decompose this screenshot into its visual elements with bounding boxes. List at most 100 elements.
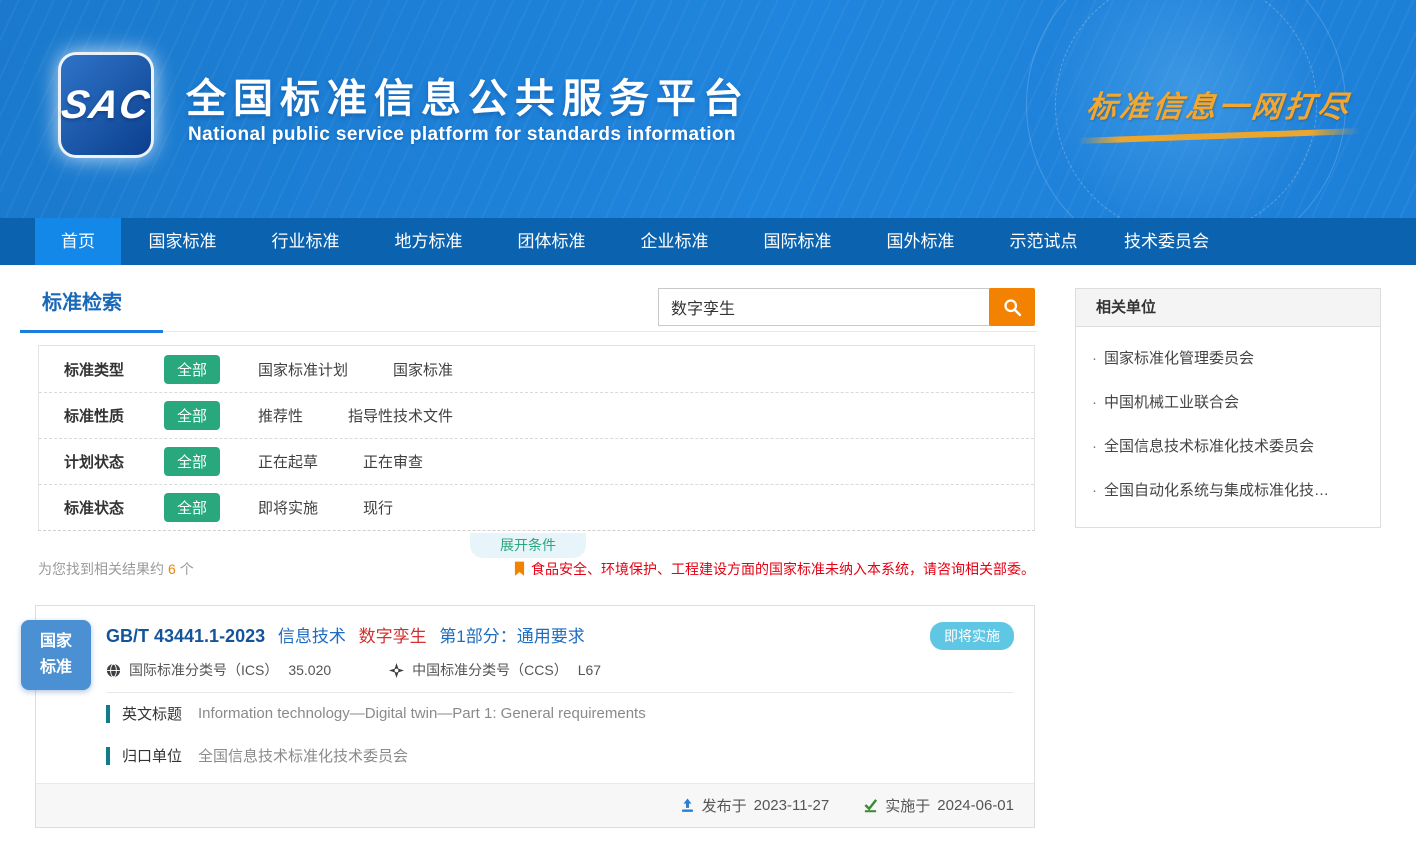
site-header: SAC 全国标准信息公共服务平台 National public service… xyxy=(0,0,1416,218)
related-unit-label: 中国机械工业联合会 xyxy=(1104,394,1239,411)
results-meta-row: 为您找到相关结果约6个 食品安全、环境保护、工程建设方面的国家标准未纳入本系统，… xyxy=(38,559,1035,579)
related-unit-link[interactable]: · 中国机械工业联合会 xyxy=(1092,381,1364,425)
results-count-prefix: 为您找到相关结果约 xyxy=(38,561,164,577)
filter-option[interactable]: 国家标准 xyxy=(393,359,453,380)
globe-icon xyxy=(106,663,121,678)
filter-option[interactable]: 正在起草 xyxy=(258,451,318,472)
related-unit-link[interactable]: · 全国自动化系统与集成标准化技… xyxy=(1092,469,1364,513)
upload-icon xyxy=(680,798,695,813)
filter-all-badge[interactable]: 全部 xyxy=(164,355,220,384)
title-accent-bar xyxy=(20,330,163,333)
search-button[interactable] xyxy=(989,288,1035,326)
bullet: · xyxy=(1092,482,1097,499)
related-unit-label: 全国自动化系统与集成标准化技… xyxy=(1104,482,1329,499)
nav-tab-home[interactable]: 首页 xyxy=(35,218,121,265)
filter-option[interactable]: 推荐性 xyxy=(258,405,303,426)
nav-tab-international-standards[interactable]: 国际标准 xyxy=(736,218,859,265)
implemented-label: 实施于 xyxy=(885,795,930,816)
filter-label: 标准状态 xyxy=(64,497,152,518)
results-count-number: 6 xyxy=(168,561,176,577)
related-unit-label: 国家标准化管理委员会 xyxy=(1104,350,1254,367)
slogan-banner: 标准信息一网打尽 xyxy=(1078,82,1360,139)
bookmark-icon xyxy=(514,561,525,577)
ccs-label: 中国标准分类号（CCS） xyxy=(412,660,568,680)
nav-tab-enterprise-standards[interactable]: 企业标准 xyxy=(613,218,736,265)
nav-tab-pilot-program[interactable]: 示范试点 xyxy=(982,218,1105,265)
sac-logo-text: SAC xyxy=(58,83,153,128)
related-unit-link[interactable]: · 全国信息技术标准化技术委员会 xyxy=(1092,425,1364,469)
main-nav: 首页 国家标准 行业标准 地方标准 团体标准 企业标准 国际标准 国外标准 示范… xyxy=(0,218,1416,265)
magnifier-icon xyxy=(1002,297,1023,318)
status-badge: 即将实施 xyxy=(930,622,1014,650)
tag-line1: 国家 xyxy=(21,629,91,655)
site-title: 全国标准信息公共服务平台 xyxy=(186,66,750,124)
ccs-value: L67 xyxy=(578,662,601,678)
detail-label: 英文标题 xyxy=(122,703,182,724)
ics-value: 35.020 xyxy=(288,662,331,678)
teal-accent-bar xyxy=(106,705,110,723)
search-input[interactable] xyxy=(658,288,990,326)
filter-row-standard-type: 标准类型 全部 国家标准计划 国家标准 xyxy=(39,346,1034,392)
standard-title-link[interactable]: GB/T 43441.1-2023 信息技术 数字孪生 第1部分：通用要求 xyxy=(106,622,585,647)
filter-option[interactable]: 正在审查 xyxy=(363,451,423,472)
related-units-panel: 相关单位 · 国家标准化管理委员会 · 中国机械工业联合会 · 全国信息技术标准化技术… xyxy=(1075,288,1381,528)
nav-tab-national-standards[interactable]: 国家标准 xyxy=(121,218,244,265)
filter-panel: 标准类型 全部 国家标准计划 国家标准 标准性质 全部 推荐性 指导性技术文件 … xyxy=(38,345,1035,531)
published-date: 2023-11-27 xyxy=(754,797,830,814)
card-divider xyxy=(106,692,1014,693)
implemented-date-item: 实施于 2024-06-01 xyxy=(863,795,1014,816)
standard-title-highlight: 数字孪生 xyxy=(359,627,427,646)
nav-tab-foreign-standards[interactable]: 国外标准 xyxy=(859,218,982,265)
result-card: 国家 标准 GB/T 43441.1-2023 信息技术 数字孪生 第1部分：通… xyxy=(35,605,1035,828)
search-bar xyxy=(658,288,1035,326)
system-notice: 食品安全、环境保护、工程建设方面的国家标准未纳入本系统，请咨询相关部委。 xyxy=(514,559,1035,579)
check-icon xyxy=(863,798,878,813)
filter-option[interactable]: 即将实施 xyxy=(258,497,318,518)
expand-conditions-button[interactable]: 展开条件 xyxy=(470,533,586,558)
filter-label: 标准性质 xyxy=(64,405,152,426)
nav-tab-technical-committee[interactable]: 技术委员会 xyxy=(1105,218,1228,265)
related-unit-label: 全国信息技术标准化技术委员会 xyxy=(1104,438,1314,455)
national-standard-tag: 国家 标准 xyxy=(21,620,91,690)
filter-option[interactable]: 现行 xyxy=(363,497,393,518)
slogan-text: 标准信息一网打尽 xyxy=(1076,82,1363,126)
nav-tab-group-standards[interactable]: 团体标准 xyxy=(490,218,613,265)
filter-label: 标准类型 xyxy=(64,359,152,380)
filter-all-badge[interactable]: 全部 xyxy=(164,493,220,522)
classification-row: 国际标准分类号（ICS） 35.020 中国标准分类号（CCS） L67 xyxy=(106,660,601,680)
tag-line2: 标准 xyxy=(21,655,91,681)
teal-accent-bar xyxy=(106,747,110,765)
filter-row-plan-status: 计划状态 全部 正在起草 正在审查 xyxy=(39,438,1034,484)
filter-all-badge[interactable]: 全部 xyxy=(164,447,220,476)
filter-label: 计划状态 xyxy=(64,451,152,472)
bullet: · xyxy=(1092,350,1097,367)
nav-tab-local-standards[interactable]: 地方标准 xyxy=(367,218,490,265)
filter-option[interactable]: 指导性技术文件 xyxy=(348,405,453,426)
related-unit-link[interactable]: · 国家标准化管理委员会 xyxy=(1092,337,1364,381)
filter-option[interactable]: 国家标准计划 xyxy=(258,359,348,380)
notice-text: 食品安全、环境保护、工程建设方面的国家标准未纳入本系统，请咨询相关部委。 xyxy=(531,559,1035,579)
compass-icon xyxy=(389,663,404,678)
filter-row-standard-nature: 标准性质 全部 推荐性 指导性技术文件 xyxy=(39,392,1034,438)
filter-all-badge[interactable]: 全部 xyxy=(164,401,220,430)
implemented-date: 2024-06-01 xyxy=(937,797,1014,814)
published-date-item: 发布于 2023-11-27 xyxy=(680,795,830,816)
detail-row-english-title: 英文标题 Information technology—Digital twin… xyxy=(106,703,646,724)
detail-value: 全国信息技术标准化技术委员会 xyxy=(198,745,408,766)
results-count-suffix: 个 xyxy=(180,561,194,577)
related-units-title: 相关单位 xyxy=(1076,289,1380,327)
nav-tab-industry-standards[interactable]: 行业标准 xyxy=(244,218,367,265)
bullet: · xyxy=(1092,438,1097,455)
detail-row-committee: 归口单位 全国信息技术标准化技术委员会 xyxy=(106,745,408,766)
ics-label: 国际标准分类号（ICS） xyxy=(129,660,278,680)
standard-title-part2: 第1部分：通用要求 xyxy=(439,627,584,646)
detail-label: 归口单位 xyxy=(122,745,182,766)
results-count: 为您找到相关结果约6个 xyxy=(38,559,194,579)
site-subtitle: National public service platform for sta… xyxy=(188,124,736,146)
bullet: · xyxy=(1092,394,1097,411)
published-label: 发布于 xyxy=(702,795,747,816)
detail-value: Information technology—Digital twin—Part… xyxy=(198,705,646,722)
page: SAC 全国标准信息公共服务平台 National public service… xyxy=(0,0,1416,845)
standard-title-part1: 信息技术 xyxy=(278,627,346,646)
sac-logo[interactable]: SAC xyxy=(58,52,154,158)
